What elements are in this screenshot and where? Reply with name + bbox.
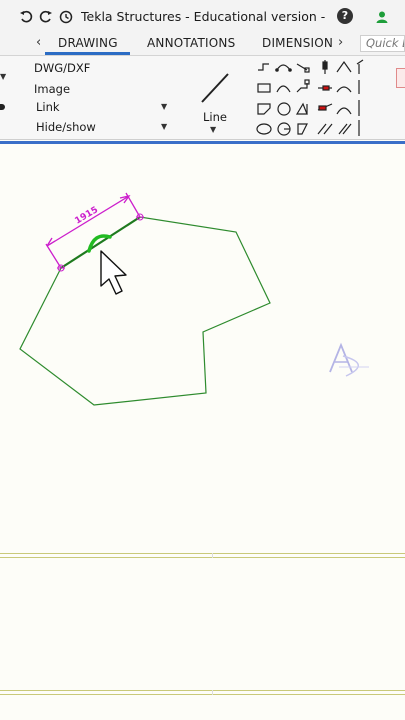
hide-show-button[interactable]: Hide/show [36, 120, 96, 134]
frame-line-top-1 [0, 553, 405, 554]
link-dropdown-icon[interactable]: ▼ [161, 102, 167, 111]
line-dropdown-icon[interactable]: ▼ [210, 125, 216, 134]
quick-launch-input[interactable]: Quick L [360, 35, 405, 52]
frame-divider-bottom [212, 690, 213, 695]
line-tool-label: Line [203, 110, 227, 124]
frame-line-bottom-2 [0, 694, 405, 695]
dimension-line[interactable] [45, 192, 141, 269]
dimension-value[interactable]: 1915 [73, 205, 100, 226]
shape-tools-grid[interactable] [255, 58, 365, 138]
polyline-shape[interactable] [19, 216, 271, 406]
drawing-canvas[interactable]: 1915 [0, 144, 405, 720]
tool-thumb-icon [396, 68, 405, 88]
tab-dimensioning[interactable]: DIMENSIONI [262, 36, 334, 50]
line-tool-button[interactable]: Line ▼ [190, 66, 236, 136]
redo-icon[interactable] [37, 8, 55, 26]
ribbon-panel: ▼ DWG/DXF Image Link ▼ Hide/show ▼ Line … [0, 56, 405, 140]
history-icon[interactable] [57, 8, 75, 26]
title-bar: Tekla Structures - Educational version -… [0, 0, 405, 33]
ribbon-tab-bar: ‹ DRAWING ANNOTATIONS DIMENSIONI › [0, 33, 405, 56]
frame-line-bottom-1 [0, 690, 405, 691]
insert-link-button[interactable]: Link [36, 100, 60, 114]
tab-scroll-left-icon[interactable]: ‹ [36, 35, 41, 50]
line-tool-icon [201, 73, 229, 103]
insert-dwg-dxf-button[interactable]: DWG/DXF [34, 61, 90, 75]
hide-show-dropdown-icon[interactable]: ▼ [161, 122, 167, 131]
bullet-icon [0, 104, 5, 110]
tab-scroll-right-icon[interactable]: › [338, 35, 343, 50]
tab-annotations[interactable]: ANNOTATIONS [147, 36, 235, 50]
active-tab-indicator [45, 52, 130, 55]
frame-line-top-2 [0, 557, 405, 558]
logo-watermark-icon [329, 342, 369, 377]
tab-drawing[interactable]: DRAWING [58, 36, 118, 50]
mouse-cursor-icon [100, 250, 127, 295]
window-title: Tekla Structures - Educational version -… [81, 9, 327, 24]
help-icon[interactable]: ? [337, 8, 353, 24]
collapsed-tool-button[interactable] [390, 68, 405, 124]
undo-icon[interactable] [17, 8, 35, 26]
user-icon[interactable] [375, 9, 389, 28]
dropdown-arrow-icon[interactable]: ▼ [0, 72, 6, 81]
insert-image-button[interactable]: Image [34, 82, 70, 96]
frame-divider [212, 553, 213, 558]
